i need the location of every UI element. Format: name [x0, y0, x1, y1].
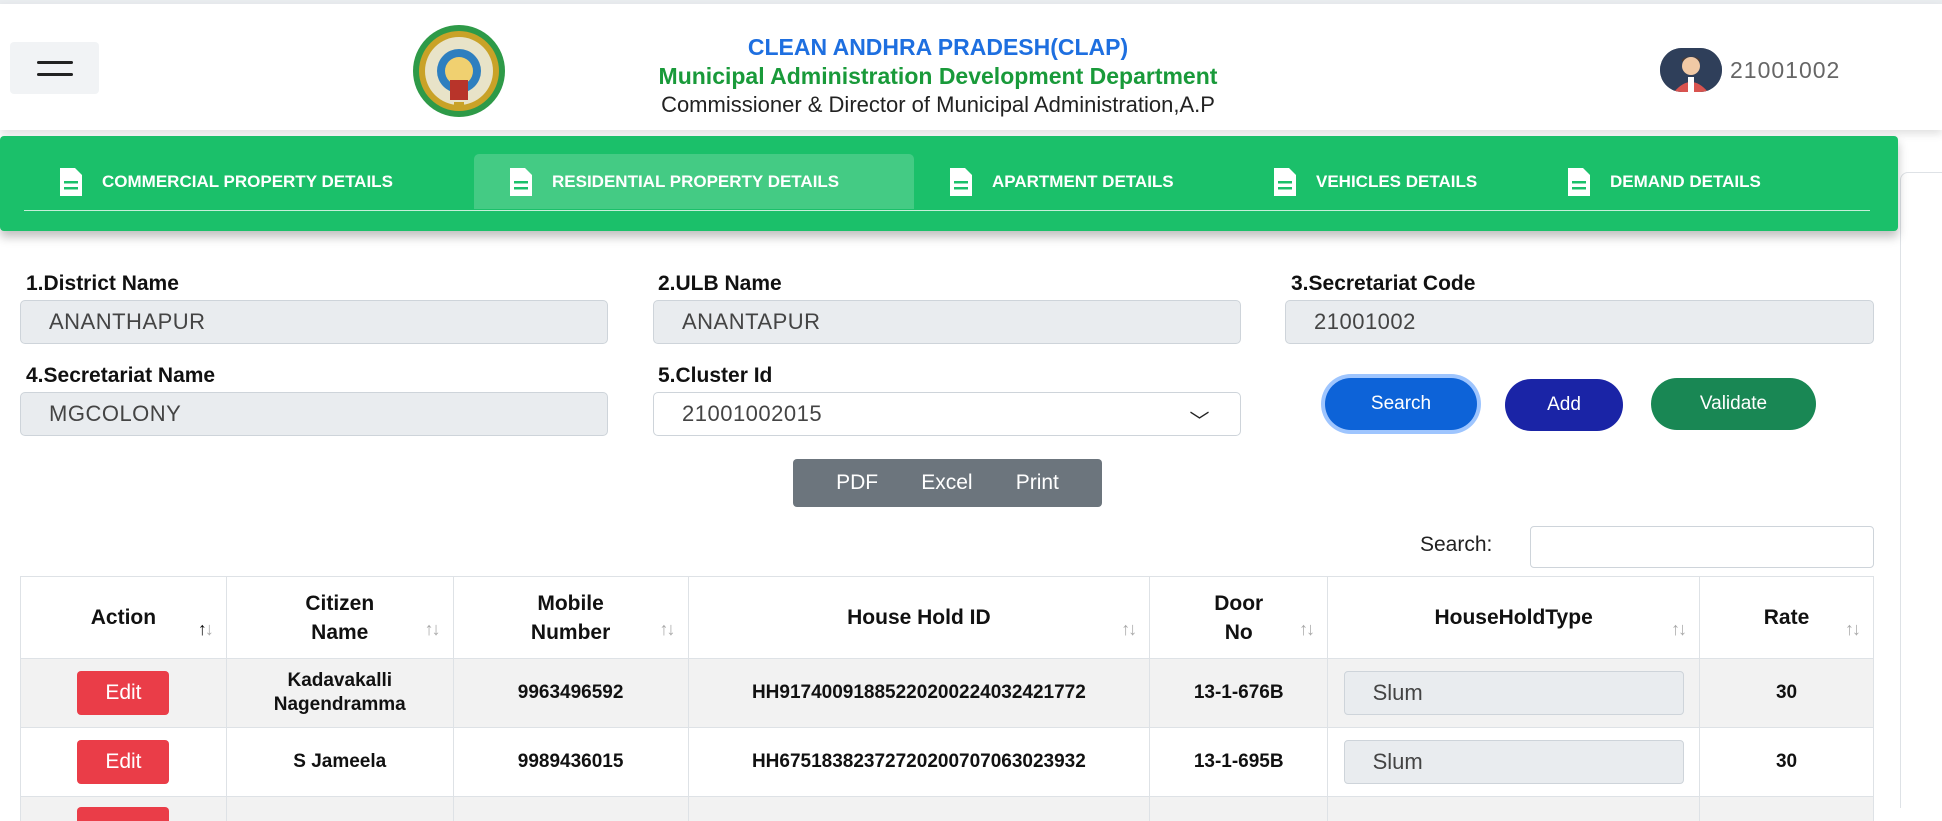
sort-icon: ↑↓	[1671, 615, 1685, 644]
document-icon	[1272, 167, 1298, 197]
excel-button[interactable]: Excel	[921, 471, 972, 495]
menu-icon	[37, 61, 73, 64]
table-search-label: Search:	[1420, 533, 1492, 557]
table-row	[21, 797, 1874, 821]
user-avatar-icon[interactable]	[1660, 48, 1722, 92]
table-search-input[interactable]	[1530, 526, 1874, 568]
tab-label: APARTMENT DETAILS	[992, 172, 1174, 192]
commissioner-title: Commissioner & Director of Municipal Adm…	[520, 90, 1356, 120]
column-header-mobile-number[interactable]: MobileNumber↑↓	[453, 577, 688, 659]
household-type-cell: Slum	[1328, 659, 1700, 728]
column-header-household-type[interactable]: HouseHoldType↑↓	[1328, 577, 1700, 659]
action-cell: Edit	[21, 728, 227, 797]
sort-icon: ↑↓	[1121, 615, 1135, 644]
tab-vehicles[interactable]: VEHICLES DETAILS	[1238, 154, 1538, 209]
validate-button[interactable]: Validate	[1651, 378, 1816, 430]
household-type-field[interactable]: Slum	[1344, 740, 1684, 784]
tab-label: DEMAND DETAILS	[1610, 172, 1761, 192]
mobile-cell: 9963496592	[453, 659, 688, 728]
table-row: Edit Kadavakalli Nagendramma 9963496592 H…	[21, 659, 1874, 728]
side-card-edge	[1900, 172, 1942, 808]
ulb-field[interactable]: ANANTAPUR	[653, 300, 1241, 344]
secretariat-name-field[interactable]: MGCOLONY	[20, 392, 608, 436]
residential-property-table: Action↑↓ CitizenName↑↓ MobileNumber↑↓ Ho…	[20, 576, 1874, 821]
export-button-group: PDF Excel Print	[793, 459, 1102, 507]
citizen-name-cell: Kadavakalli Nagendramma	[226, 659, 453, 728]
column-header-citizen-name[interactable]: CitizenName↑↓	[226, 577, 453, 659]
secretariat-code-field[interactable]: 21001002	[1285, 300, 1874, 344]
search-button[interactable]: Search	[1325, 378, 1477, 430]
household-type-field[interactable]: Slum	[1344, 671, 1684, 715]
sort-icon: ↑↓	[425, 615, 439, 644]
district-label: 1.District Name	[26, 272, 179, 296]
user-profile[interactable]: 21001002	[1660, 48, 1840, 92]
mobile-cell	[453, 797, 688, 821]
edit-button[interactable]: Edit	[77, 740, 169, 784]
ulb-label: 2.ULB Name	[658, 272, 782, 296]
column-header-door-no[interactable]: DoorNo↑↓	[1150, 577, 1328, 659]
action-cell: Edit	[21, 659, 227, 728]
property-tabs: COMMERCIAL PROPERTY DETAILS RESIDENTIAL …	[0, 136, 1898, 231]
citizen-name-cell: S Jameela	[226, 728, 453, 797]
mobile-cell: 9989436015	[453, 728, 688, 797]
tab-underline	[24, 210, 1870, 211]
header-titles: CLEAN ANDHRA PRADESH(CLAP) Municipal Adm…	[520, 32, 1356, 120]
household-type-cell: Slum	[1328, 728, 1700, 797]
sort-icon: ↑↓	[198, 615, 212, 644]
column-header-rate[interactable]: Rate↑↓	[1700, 577, 1874, 659]
cluster-id-label: 5.Cluster Id	[658, 364, 772, 388]
cluster-id-select[interactable]: 21001002015 ﹀	[653, 392, 1241, 436]
tab-apartment[interactable]: APARTMENT DETAILS	[914, 154, 1234, 209]
secretariat-code-label: 3.Secretariat Code	[1291, 272, 1475, 296]
citizen-name-line2: Nagendramma	[274, 694, 406, 715]
tab-label: VEHICLES DETAILS	[1316, 172, 1477, 192]
door-no-cell	[1150, 797, 1328, 821]
edit-button-partial[interactable]	[77, 807, 169, 821]
hamburger-menu-button[interactable]	[10, 42, 99, 94]
document-icon	[58, 167, 84, 197]
household-type-cell	[1328, 797, 1700, 821]
ap-government-emblem-logo	[398, 22, 520, 120]
chevron-down-icon: ﹀	[1190, 401, 1211, 443]
department-title: Municipal Administration Development Dep…	[520, 62, 1356, 90]
add-button[interactable]: Add	[1505, 379, 1623, 431]
menu-icon-bar	[37, 73, 73, 76]
page-header: CLEAN ANDHRA PRADESH(CLAP) Municipal Adm…	[0, 4, 1942, 130]
sort-icon: ↑↓	[1299, 615, 1313, 644]
document-icon	[948, 167, 974, 197]
edit-button[interactable]: Edit	[77, 671, 169, 715]
citizen-name-line1: Kadavakalli	[287, 670, 392, 691]
table-row: Edit S Jameela 9989436015 HH675183823727…	[21, 728, 1874, 797]
tab-commercial-property[interactable]: COMMERCIAL PROPERTY DETAILS	[24, 154, 468, 209]
table-header-row: Action↑↓ CitizenName↑↓ MobileNumber↑↓ Ho…	[21, 577, 1874, 659]
household-id-cell	[688, 797, 1150, 821]
app-title: CLEAN ANDHRA PRADESH(CLAP)	[520, 32, 1356, 62]
column-header-action[interactable]: Action↑↓	[21, 577, 227, 659]
citizen-name-cell	[226, 797, 453, 821]
tab-demand[interactable]: DEMAND DETAILS	[1532, 154, 1832, 209]
tab-label: RESIDENTIAL PROPERTY DETAILS	[552, 172, 839, 192]
sort-icon: ↑↓	[1845, 615, 1859, 644]
user-id: 21001002	[1730, 57, 1840, 84]
pdf-button[interactable]: PDF	[836, 471, 878, 495]
door-no-cell: 13-1-676B	[1150, 659, 1328, 728]
rate-cell: 30	[1700, 728, 1874, 797]
document-icon	[508, 167, 534, 197]
district-field[interactable]: ANANTHAPUR	[20, 300, 608, 344]
action-cell	[21, 797, 227, 821]
column-header-house-hold-id[interactable]: House Hold ID↑↓	[688, 577, 1150, 659]
secretariat-name-label: 4.Secretariat Name	[26, 364, 215, 388]
tab-residential-property[interactable]: RESIDENTIAL PROPERTY DETAILS	[474, 154, 914, 209]
household-id-cell: HH67518382372720200707063023932	[688, 728, 1150, 797]
household-id-cell: HH91740091885220200224032421772	[688, 659, 1150, 728]
rate-cell	[1700, 797, 1874, 821]
print-button[interactable]: Print	[1016, 471, 1059, 495]
document-icon	[1566, 167, 1592, 197]
door-no-cell: 13-1-695B	[1150, 728, 1328, 797]
sort-icon: ↑↓	[660, 615, 674, 644]
rate-cell: 30	[1700, 659, 1874, 728]
cluster-id-value: 21001002015	[682, 401, 822, 426]
tab-label: COMMERCIAL PROPERTY DETAILS	[102, 172, 393, 192]
